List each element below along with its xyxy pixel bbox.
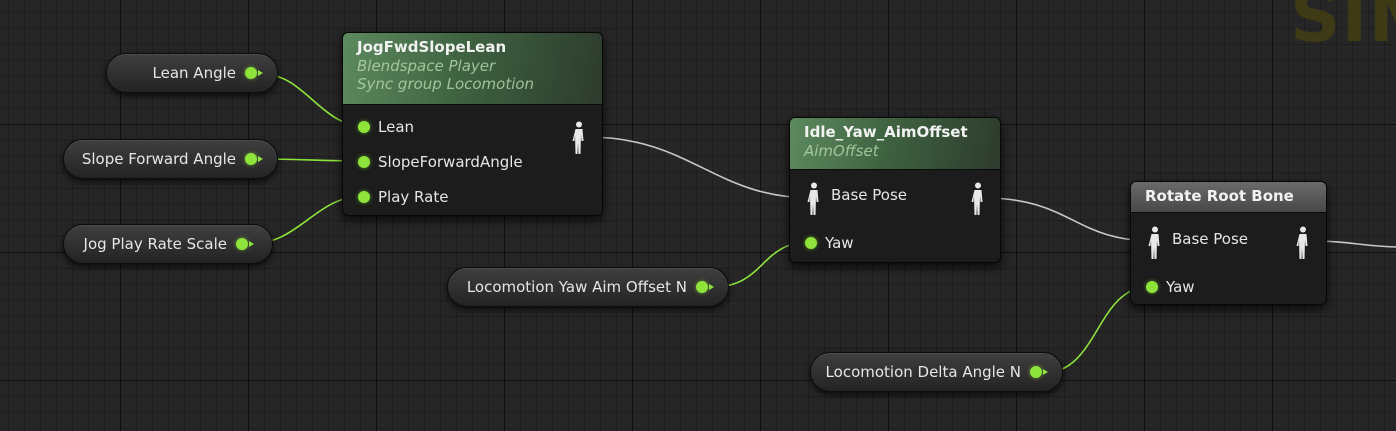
lean-input-row: Lean (358, 118, 414, 136)
blendspace-output-pose-icon[interactable] (572, 121, 586, 154)
jogfwdslopelean-blendspace-node[interactable]: JogFwdSlopeLean Blendspace Player Sync g… (342, 32, 603, 216)
idle-yaw-aimoffset-node[interactable]: Idle_Yaw_AimOffset AimOffset Base Pose Y… (789, 117, 1001, 263)
blendspace-node-header[interactable]: JogFwdSlopeLean Blendspace Player Sync g… (343, 33, 602, 105)
slopeforwardangle-input-row: SlopeForwardAngle (358, 153, 523, 171)
wire-aimoffset-pose[interactable] (984, 197, 1154, 242)
locomotion-yaw-aim-offset-variable-node[interactable]: Locomotion Yaw Aim Offset N (447, 267, 729, 307)
rotate-root-bone-node-title: Rotate Root Bone (1145, 187, 1294, 205)
aimoffset-base-pose-input-icon[interactable] (807, 182, 821, 215)
lean-input-label: Lean (378, 118, 415, 136)
play-rate-input-pin[interactable] (358, 191, 370, 203)
lean-angle-label: Lean Angle (152, 64, 236, 82)
wire-blendspace-pose[interactable] (587, 136, 813, 199)
aimoffset-yaw-input-pin[interactable] (805, 237, 817, 249)
locomotion-delta-angle-label: Locomotion Delta Angle N (825, 363, 1021, 381)
aimoffset-base-pose-row: Base Pose (807, 182, 908, 215)
rotate-output-pose-icon[interactable] (1296, 226, 1310, 259)
lean-angle-output-pin[interactable] (245, 67, 263, 79)
rotate-yaw-row: Yaw (1146, 278, 1195, 296)
rotate-yaw-input-pin[interactable] (1146, 281, 1158, 293)
slopeforwardangle-input-pin[interactable] (358, 156, 370, 168)
slope-forward-angle-label: Slope Forward Angle (81, 150, 236, 168)
slope-forward-angle-variable-node[interactable]: Slope Forward Angle (63, 139, 278, 179)
aimoffset-base-pose-label: Base Pose (831, 186, 908, 204)
aimoffset-yaw-row: Yaw (805, 234, 854, 252)
rotate-yaw-label: Yaw (1166, 278, 1195, 296)
play-rate-input-label: Play Rate (378, 188, 449, 206)
locomotion-delta-angle-variable-node[interactable]: Locomotion Delta Angle N (810, 352, 1063, 392)
lean-angle-variable-node[interactable]: Lean Angle (106, 53, 278, 93)
rotate-root-bone-node-header[interactable]: Rotate Root Bone (1131, 182, 1326, 213)
blendspace-node-type: Blendspace Player (357, 57, 496, 75)
rotate-base-pose-label: Base Pose (1172, 230, 1249, 248)
play-rate-input-row: Play Rate (358, 188, 448, 206)
aimoffset-node-title: Idle_Yaw_AimOffset (804, 123, 968, 141)
jog-play-rate-scale-variable-node[interactable]: Jog Play Rate Scale (63, 224, 273, 264)
jog-play-rate-scale-label: Jog Play Rate Scale (83, 235, 227, 253)
aimoffset-yaw-label: Yaw (825, 234, 854, 252)
aimoffset-output-pose-icon[interactable] (971, 182, 985, 215)
aimoffset-node-type: AimOffset (804, 142, 879, 160)
slopeforwardangle-input-label: SlopeForwardAngle (378, 153, 523, 171)
locomotion-yaw-aim-offset-output-pin[interactable] (696, 281, 714, 293)
aimoffset-node-header[interactable]: Idle_Yaw_AimOffset AimOffset (790, 118, 1000, 170)
locomotion-delta-angle-output-pin[interactable] (1030, 366, 1048, 378)
rotate-root-bone-node[interactable]: Rotate Root Bone Base Pose Yaw (1130, 181, 1327, 305)
blendspace-node-title: JogFwdSlopeLean (357, 38, 507, 56)
jog-play-rate-scale-output-pin[interactable] (236, 238, 254, 250)
slope-forward-angle-output-pin[interactable] (245, 153, 263, 165)
locomotion-yaw-aim-offset-label: Locomotion Yaw Aim Offset N (466, 278, 687, 296)
rotate-base-pose-input-icon[interactable] (1148, 226, 1162, 259)
blendspace-node-sync-group: Sync group Locomotion (357, 75, 535, 93)
rotate-base-pose-row: Base Pose (1148, 226, 1249, 259)
lean-input-pin[interactable] (358, 121, 370, 133)
